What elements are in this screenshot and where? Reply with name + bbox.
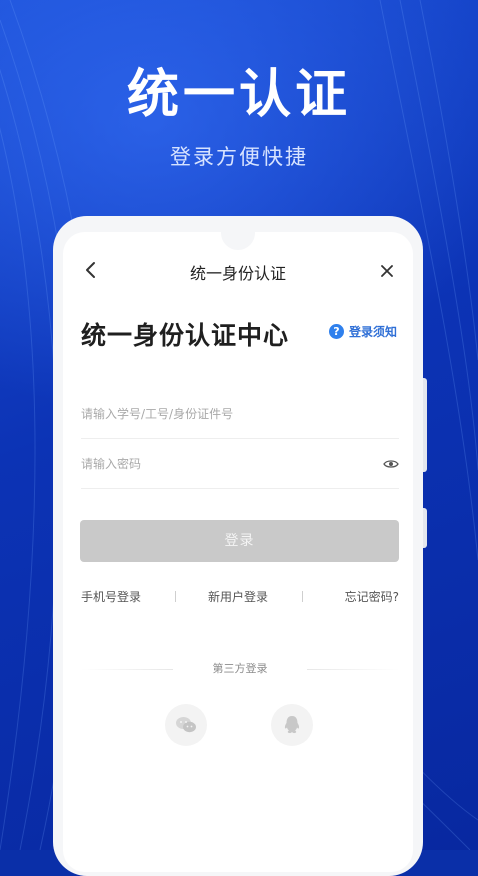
wechat-icon xyxy=(176,717,196,733)
login-notice-link[interactable]: ? 登录须知 xyxy=(329,322,397,340)
password-field xyxy=(81,440,399,489)
login-options: 手机号登录 新用户登录 忘记密码? xyxy=(81,588,399,606)
divider-line xyxy=(307,669,399,670)
phone-side-button xyxy=(423,378,427,472)
login-button[interactable]: 登录 xyxy=(80,520,399,562)
username-input[interactable] xyxy=(81,390,361,438)
phone-login-link[interactable]: 手机号登录 xyxy=(81,588,141,605)
divider xyxy=(302,591,303,602)
eye-icon xyxy=(383,460,399,468)
close-icon xyxy=(381,265,393,277)
qq-icon xyxy=(284,716,300,734)
show-password-toggle[interactable] xyxy=(383,456,399,470)
wechat-login-button[interactable] xyxy=(165,704,207,746)
third-party-label: 第三方登录 xyxy=(212,662,268,675)
hero-title: 统一认证 xyxy=(126,65,351,125)
qq-login-button[interactable] xyxy=(271,704,313,746)
phone-side-button xyxy=(423,508,427,548)
password-input[interactable] xyxy=(81,440,361,488)
username-field xyxy=(81,390,399,439)
page-title: 统一身份认证中心 xyxy=(81,321,290,350)
login-screen: 统一身份认证 统一身份认证中心 ? 登录须知 登录 手机号登录 新用户登录 忘记… xyxy=(63,232,413,872)
divider xyxy=(175,591,176,602)
phone-notch xyxy=(221,232,255,250)
hero-subtitle: 登录方便快捷 xyxy=(170,145,308,169)
nav-title: 统一身份认证 xyxy=(189,264,286,283)
new-user-login-link[interactable]: 新用户登录 xyxy=(208,588,268,605)
third-party-divider: 第三方登录 xyxy=(81,660,399,678)
help-icon: ? xyxy=(329,323,344,339)
forgot-password-link[interactable]: 忘记密码? xyxy=(345,588,399,605)
close-button[interactable] xyxy=(380,263,394,277)
login-notice-label: 登录须知 xyxy=(349,324,398,339)
